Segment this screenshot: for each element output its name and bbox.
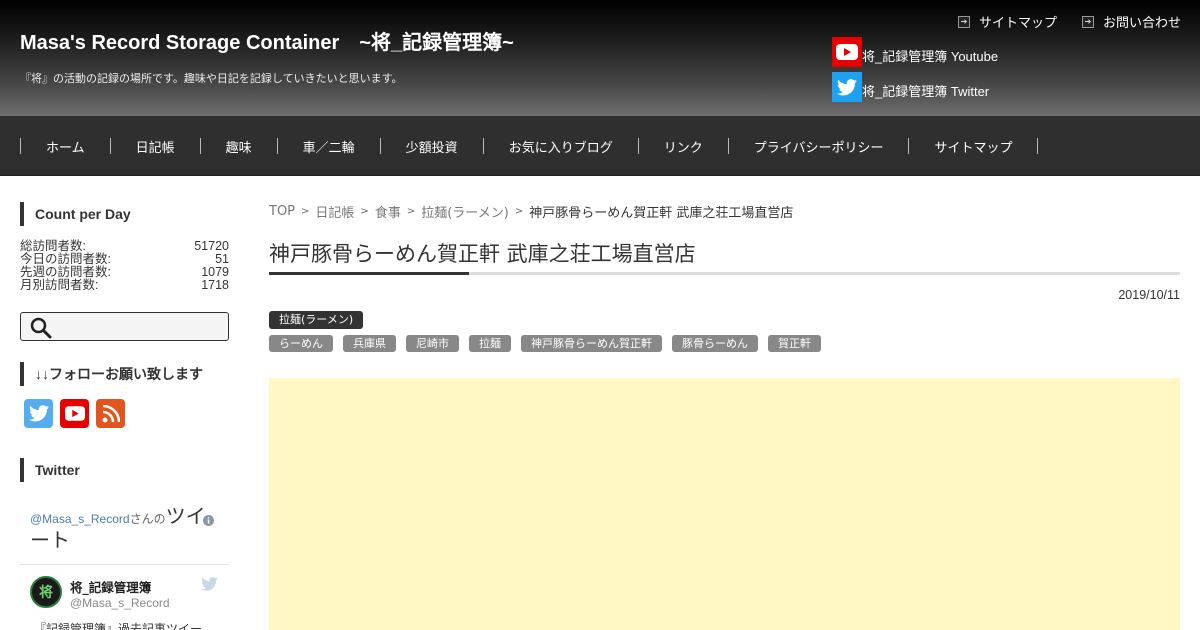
site-description: 『将』の活動の記録の場所です。趣味や日記を記録していきたいと思います。 xyxy=(20,72,403,85)
tag-link[interactable]: らーめん xyxy=(269,335,333,352)
title-underline-accent xyxy=(269,272,469,275)
breadcrumb-current: 神戸豚骨らーめん賀正軒 武庫之荘工場直営店 xyxy=(529,206,794,221)
youtube-icon xyxy=(832,37,862,67)
breadcrumb-top[interactable]: TOP xyxy=(269,204,295,219)
nav-item-sitemap[interactable]: サイトマップ xyxy=(909,137,1037,156)
nav-separator xyxy=(1037,138,1039,154)
sns-label: 将_記録管理簿 Youtube xyxy=(862,49,999,64)
tweet-author-name[interactable]: 将_記録管理簿 xyxy=(70,577,151,596)
info-icon[interactable] xyxy=(203,515,214,526)
twitter-icon xyxy=(832,72,862,102)
tag-list: らーめん 兵庫県 尼崎市 拉麺 神戸豚骨らーめん賀正軒 豚骨らーめん 賀正軒 xyxy=(269,335,831,352)
breadcrumb-separator-icon: > xyxy=(514,206,524,217)
count-value: 1718 xyxy=(201,278,229,292)
tag-link[interactable]: 兵庫県 xyxy=(343,335,396,352)
ad-area[interactable] xyxy=(269,378,1180,630)
tweet-author-handle[interactable]: @Masa_s_Record xyxy=(70,596,170,610)
search-icon xyxy=(30,317,52,339)
twitter-icon[interactable] xyxy=(24,399,53,428)
tag-link[interactable]: 賀正軒 xyxy=(768,335,821,352)
nav-item-favorite-blogs[interactable]: お気に入りブログ xyxy=(484,137,638,156)
top-link-sitemap[interactable]: ➔ サイトマップ xyxy=(958,12,1057,31)
timeline-title: @Masa_s_Recordさんのツイート xyxy=(30,506,215,554)
count-row: 月別訪問者数: 1718 xyxy=(20,279,229,292)
count-label: 月別訪問者数: xyxy=(20,278,99,292)
nav-item-links[interactable]: リンク xyxy=(639,137,728,156)
breadcrumb-separator-icon: > xyxy=(406,206,416,217)
timeline-divider xyxy=(20,564,229,565)
nav-item-diary[interactable]: 日記帳 xyxy=(111,137,200,156)
sns-link-twitter[interactable]: 将_記録管理簿 Twitter xyxy=(832,72,989,102)
site-title[interactable]: Masa's Record Storage Container ~将_記録管理簿… xyxy=(20,26,514,55)
twitter-heading: Twitter xyxy=(20,458,80,482)
breadcrumb: TOP > 日記帳 > 食事 > 拉麺(ラーメン) > 神戸豚骨らーめん賀正軒 … xyxy=(269,202,793,221)
top-link-label: サイトマップ xyxy=(979,16,1058,31)
post-date: 2019/10/11 xyxy=(1118,288,1180,302)
twitter-bird-icon xyxy=(201,577,218,591)
breadcrumb-meal[interactable]: 食事 xyxy=(375,202,401,221)
twitter-timeline-widget: @Masa_s_Recordさんのツイート 将 将_記録管理簿 @Masa_s_… xyxy=(20,496,229,630)
breadcrumb-diary[interactable]: 日記帳 xyxy=(315,202,354,221)
global-nav: ホーム 日記帳 趣味 車／二輪 少額投資 お気に入りブログ リンク プライバシー… xyxy=(0,116,1200,176)
tag-link[interactable]: 神戸豚骨らーめん賀正軒 xyxy=(521,335,662,352)
top-link-label: お問い合わせ xyxy=(1103,16,1182,31)
timeline-san: さんの xyxy=(129,512,166,526)
post-title: 神戸豚骨らーめん賀正軒 武庫之荘工場直営店 xyxy=(269,242,696,266)
nav-item-hobby[interactable]: 趣味 xyxy=(201,137,277,156)
category-badge[interactable]: 拉麺(ラーメン) xyxy=(269,311,364,329)
search-input[interactable] xyxy=(20,312,229,341)
site-header: Masa's Record Storage Container ~将_記録管理簿… xyxy=(0,0,1200,116)
tweet-text: 『記録管理簿』過去記事ツイー xyxy=(34,622,203,630)
rss-icon[interactable] xyxy=(96,399,125,428)
nav-item-car-bike[interactable]: 車／二輪 xyxy=(278,137,380,156)
follow-heading: ↓↓フォローお願い致します xyxy=(20,362,203,386)
nav-item-privacy[interactable]: プライバシーポリシー xyxy=(729,137,909,156)
nav-item-investment[interactable]: 少額投資 xyxy=(381,137,483,156)
tag-link[interactable]: 尼崎市 xyxy=(406,335,459,352)
breadcrumb-separator-icon: > xyxy=(301,206,310,217)
visitor-count-table: 総訪問者数: 51720 今日の訪問者数: 51 先週の訪問者数: 1079 月… xyxy=(20,240,229,292)
timeline-handle-link[interactable]: @Masa_s_Record xyxy=(30,512,130,526)
nav-item-home[interactable]: ホーム xyxy=(21,137,110,156)
arrow-right-icon: ➔ xyxy=(1082,15,1094,28)
tag-link[interactable]: 拉麺 xyxy=(469,335,511,352)
tag-link[interactable]: 豚骨らーめん xyxy=(672,335,758,352)
youtube-icon[interactable] xyxy=(60,399,89,428)
arrow-right-icon: ➔ xyxy=(958,15,970,28)
sns-link-youtube[interactable]: 将_記録管理簿 Youtube xyxy=(832,37,998,67)
avatar[interactable]: 将 xyxy=(30,576,62,608)
count-per-day-heading: Count per Day xyxy=(20,202,131,226)
breadcrumb-separator-icon: > xyxy=(360,206,369,217)
breadcrumb-ramen[interactable]: 拉麺(ラーメン) xyxy=(421,202,509,221)
top-link-contact[interactable]: ➔ お問い合わせ xyxy=(1082,12,1181,31)
sns-label: 将_記録管理簿 Twitter xyxy=(862,84,990,99)
